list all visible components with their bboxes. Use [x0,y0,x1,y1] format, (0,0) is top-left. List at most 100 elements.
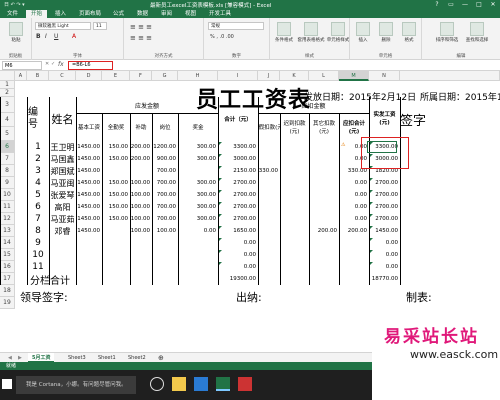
name-box[interactable]: M6 [2,61,42,70]
format-cells-button[interactable]: 格式 [398,22,420,43]
font-color-icon[interactable]: A [72,33,76,40]
font-name-select[interactable]: 微软雅黑 Light [35,22,91,30]
select-all-corner[interactable] [0,71,15,81]
table-vline [178,113,179,285]
styles-group: 条件格式 套用表格格式 单元格样式 样式 [270,18,350,60]
sort-filter-button[interactable]: 排序和筛选 [434,22,460,43]
row-header-16[interactable]: 16 [0,261,15,273]
help-button[interactable]: ? [430,0,444,9]
tab-review[interactable]: 审阅 [156,10,177,18]
tab-insert[interactable]: 插入 [50,10,71,18]
conditional-format-button[interactable]: 条件格式 [272,22,296,43]
employee-name [49,249,76,261]
italic-button[interactable]: I [45,33,47,40]
table-format-icon [304,22,318,36]
table-format-button[interactable]: 套用表格格式 [297,22,325,43]
number-format-select[interactable]: 常规 [208,22,264,30]
fx-icon[interactable]: fx [58,61,64,68]
currency-icon[interactable]: % , .0 .00 [210,34,234,40]
salary-cell [130,165,152,177]
close-button[interactable]: ✕ [486,0,500,9]
cell-style-button[interactable]: 单元格样式 [326,22,350,43]
salary-cell: 700.00 [156,216,176,222]
salary-cell: 300.00 [196,144,216,150]
enter-icon[interactable]: ✓ [51,61,55,67]
row-header-9[interactable]: 9 [0,177,15,189]
row-header-5[interactable]: 5 [0,127,15,141]
column-header-m[interactable]: M [339,71,369,81]
row-header-11[interactable]: 11 [0,201,15,213]
font-size-select[interactable]: 11 [93,22,107,30]
column-header-f[interactable]: F [130,71,152,81]
underline-button[interactable]: U [54,33,58,40]
column-header-k[interactable]: K [280,71,309,81]
row-number: 4 [35,178,41,188]
tab-file[interactable]: 文件 [2,10,23,18]
paste-button[interactable]: 粘贴 [6,22,26,43]
file-explorer-icon[interactable] [172,377,186,391]
column-header-g[interactable]: G [152,71,178,81]
row-header-10[interactable]: 10 [0,189,15,201]
column-header-i[interactable]: I [218,71,258,81]
salary-cell: 700.00 [156,204,176,210]
column-header-j[interactable]: J [258,71,280,81]
row-header-14[interactable]: 14 [0,237,15,249]
row-header-6[interactable]: 6 [0,141,15,153]
edge-browser-icon[interactable] [194,377,208,391]
salary-cell [280,153,309,165]
salary-cell [258,225,280,237]
minimize-button[interactable]: — [458,0,472,9]
windows-start-icon[interactable] [2,379,12,389]
row-header-4[interactable]: 4 [0,113,15,127]
table-vline [309,113,310,285]
bold-button[interactable]: B [36,33,41,40]
align-icons[interactable]: ≡ ≡ ≡ [130,23,152,31]
ribbon-display-button[interactable]: ▭ [444,0,458,9]
row-header-1[interactable]: 1 [0,81,15,89]
employee-name: 王卫明 [50,142,75,152]
task-view-icon[interactable] [150,377,164,391]
row-header-2[interactable]: 2 [0,89,15,97]
tab-formulas[interactable]: 公式 [108,10,129,18]
cortana-search-box[interactable]: 我是 Cortana，小娜。有问题尽管问我。 [16,376,136,394]
tab-page-layout[interactable]: 页面布局 [74,10,106,18]
column-header-d[interactable]: D [76,71,102,81]
formula-input[interactable]: =B6-L6 [68,61,113,70]
tab-developer[interactable]: 开发工具 [204,10,236,18]
error-indicator [219,262,222,265]
quick-access-toolbar[interactable]: 日 ↶ ↷ ▾ [4,1,25,8]
column-header-h[interactable]: H [178,71,218,81]
row-header-15[interactable]: 15 [0,249,15,261]
cancel-icon[interactable]: ✕ [45,61,49,67]
row-header-13[interactable]: 13 [0,225,15,237]
tab-home[interactable]: 开始 [26,10,48,18]
row-header-3[interactable]: 3 [0,97,15,113]
tab-data[interactable]: 数据 [132,10,153,18]
align-bottom-icons[interactable]: ≡ ≡ ≡ [130,34,152,42]
row-header-8[interactable]: 8 [0,165,15,177]
column-header-a[interactable]: A [15,71,27,81]
column-header-b[interactable]: B [27,71,49,81]
find-select-button[interactable]: 查找和选择 [464,22,490,43]
error-indicator [219,142,222,145]
column-header-e[interactable]: E [102,71,130,81]
salary-cell: 100.00 [130,180,150,186]
tab-view[interactable]: 视图 [180,10,201,18]
column-header-c[interactable]: C [49,71,76,81]
worksheet-grid[interactable]: ABCDEFGHIJKLMN 1 2 3 4 5 6 7 8 9 10 11 12 13 14 15 16 17… [0,71,500,352]
row-header-19[interactable]: 19 [0,297,15,309]
row-header-17[interactable]: 17 [0,273,15,285]
row-header-12[interactable]: 12 [0,213,15,225]
delete-cells-button[interactable]: 删除 [375,22,397,43]
maximize-button[interactable]: □ [472,0,486,9]
column-header-n[interactable]: N [369,71,400,81]
paste-options-icon[interactable]: ⚠ [341,142,345,148]
salary-cell [258,177,280,189]
column-header-l[interactable]: L [309,71,339,81]
row-header-7[interactable]: 7 [0,153,15,165]
excel-taskbar-icon[interactable] [216,377,230,391]
insert-cells-button[interactable]: 插入 [352,22,374,43]
salary-cell [152,249,178,261]
row-header-18[interactable]: 18 [0,285,15,297]
app-taskbar-icon[interactable] [238,377,252,391]
